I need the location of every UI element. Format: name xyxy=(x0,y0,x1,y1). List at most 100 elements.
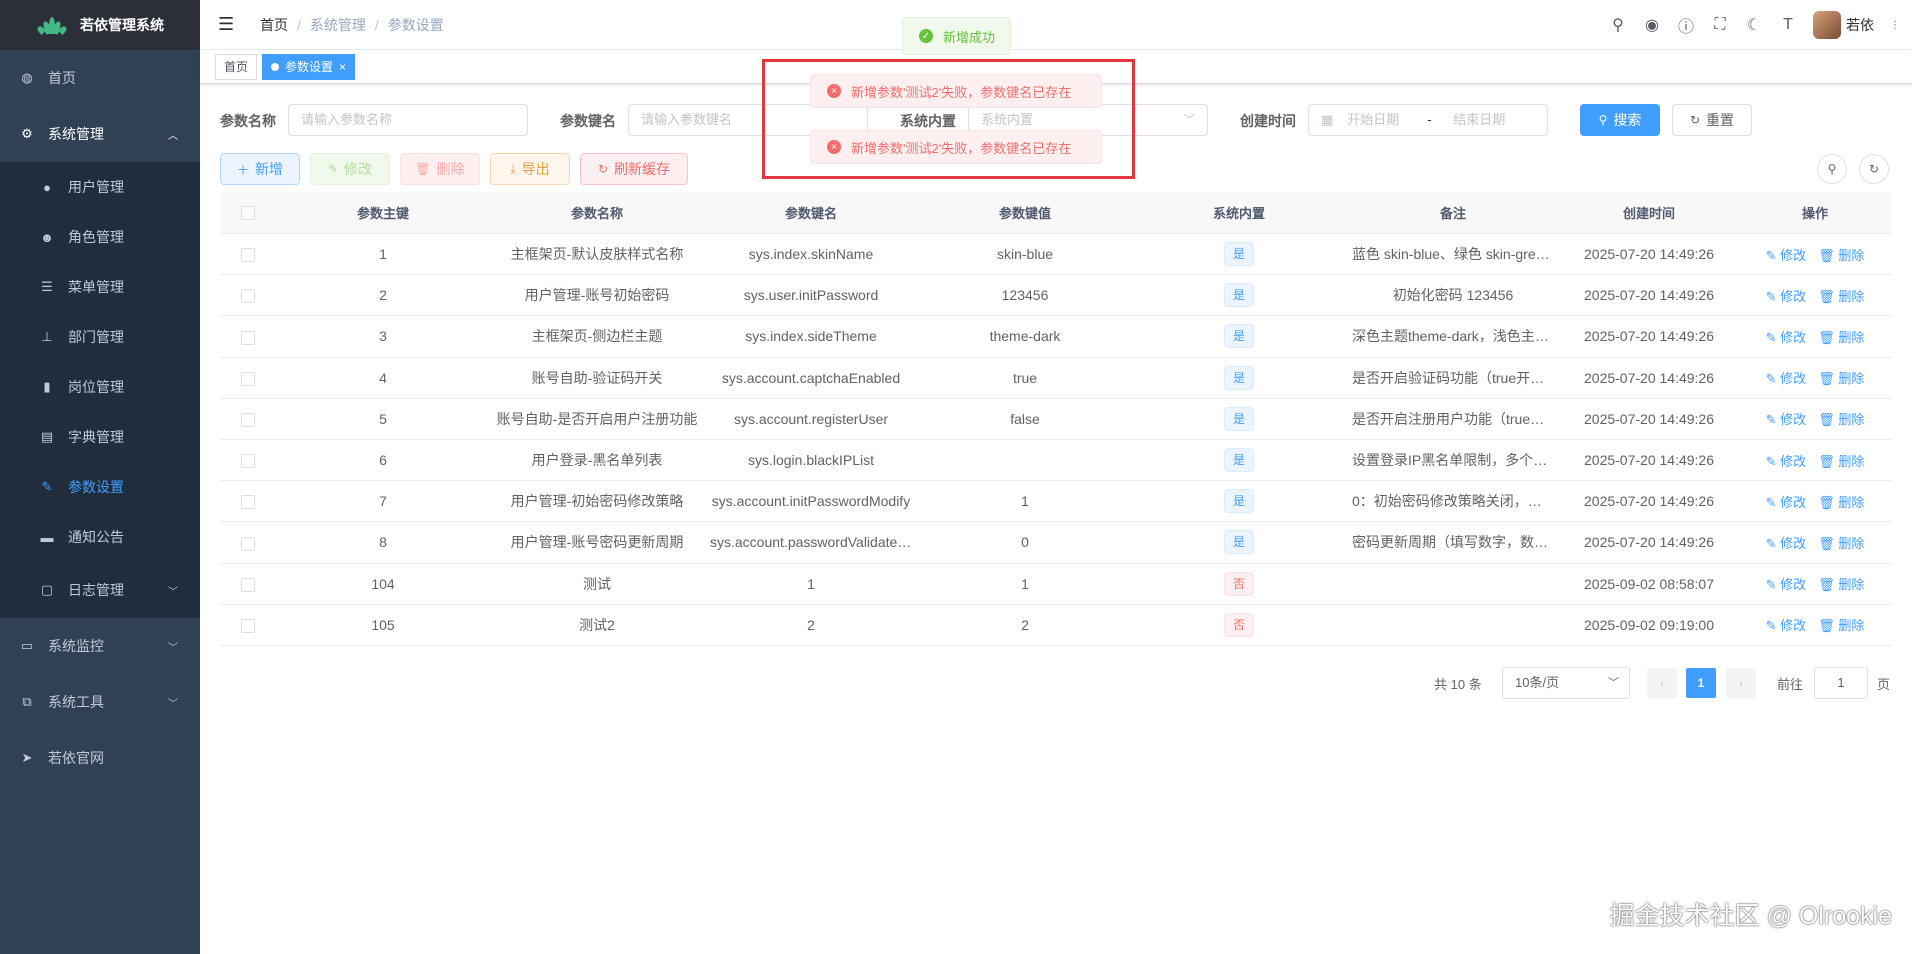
sidebar-item-notice[interactable]: ▬ 通知公告 xyxy=(0,512,200,562)
goto-page-input[interactable]: 1 xyxy=(1814,667,1868,699)
plus-icon: ＋ xyxy=(236,162,249,177)
row-edit-button[interactable]: ✎ 修改 xyxy=(1766,577,1807,592)
sidebar-item-roles[interactable]: ☻ 角色管理 xyxy=(0,212,200,262)
sidebar-item-label: 部门管理 xyxy=(68,329,124,345)
next-page-button[interactable]: › xyxy=(1726,668,1756,698)
reset-button[interactable]: ↻ 重置 xyxy=(1672,104,1752,136)
edit-icon: ✎ xyxy=(327,162,339,176)
row-checkbox[interactable] xyxy=(241,289,255,304)
toggle-search-button[interactable]: ⚲ xyxy=(1817,154,1847,184)
sidebar-item-menus[interactable]: ☰ 菜单管理 xyxy=(0,262,200,312)
config-name-input[interactable]: 请输入参数名称 xyxy=(288,104,528,136)
breadcrumb-home[interactable]: 首页 xyxy=(260,15,288,35)
row-actions: ✎ 修改 🗑 删除 xyxy=(1738,409,1892,428)
sidebar-item-dict[interactable]: ▤ 字典管理 xyxy=(0,412,200,462)
table-row[interactable]: 4 账号自助-验证码开关 sys.account.captchaEnabled tru… xyxy=(220,358,1892,399)
export-button[interactable]: ⤓ 导出 xyxy=(490,153,570,185)
row-edit-button[interactable]: ✎ 修改 xyxy=(1766,289,1807,304)
app-logo[interactable]: 若依管理系统 xyxy=(0,0,200,50)
row-checkbox[interactable] xyxy=(241,577,255,592)
row-checkbox[interactable] xyxy=(241,495,255,510)
page-size-select[interactable]: 10条/页 ﹀ xyxy=(1502,667,1630,699)
row-edit-button[interactable]: ✎ 修改 xyxy=(1766,495,1807,510)
table-row[interactable]: 5 账号自助-是否开启用户注册功能 sys.account.registerUser… xyxy=(220,399,1892,440)
row-edit-button[interactable]: ✎ 修改 xyxy=(1766,330,1807,345)
font-size-icon[interactable]: T xyxy=(1771,16,1805,34)
sidebar-item-monitor[interactable]: ▭ 系统监控 ﹀ xyxy=(0,618,200,674)
prev-page-button[interactable]: ‹ xyxy=(1647,668,1677,698)
row-checkbox[interactable] xyxy=(241,248,255,263)
row-delete-button[interactable]: 🗑 删除 xyxy=(1818,330,1864,345)
sidebar-item-system[interactable]: ⚙ 系统管理 ︿ xyxy=(0,106,200,162)
table-row[interactable]: 7 用户管理-初始密码修改策略 sys.account.initPasswordMo… xyxy=(220,481,1892,523)
row-delete-button[interactable]: 🗑 删除 xyxy=(1818,577,1864,592)
add-button[interactable]: ＋ 新增 xyxy=(220,153,300,185)
select-all-checkbox[interactable] xyxy=(241,206,255,221)
sidebar-item-tool[interactable]: ⧉ 系统工具 ﹀ xyxy=(0,674,200,730)
table-row[interactable]: 8 用户管理-账号密码更新周期 sys.account.passwordValida… xyxy=(220,522,1892,564)
close-icon[interactable]: × xyxy=(339,60,346,74)
tag-home[interactable]: 首页 xyxy=(215,54,258,80)
more-vertical-icon[interactable]: ⋮ xyxy=(1890,20,1900,31)
search-icon[interactable]: ⚲ xyxy=(1601,15,1635,35)
sidebar-item-label: 角色管理 xyxy=(68,229,124,245)
table-row[interactable]: 6 用户登录-黑名单列表 sys.login.blackIPList 是 设置登录IP黑… xyxy=(220,440,1892,482)
page-number[interactable]: 1 xyxy=(1686,668,1716,698)
sidebar-item-depts[interactable]: ⊥ 部门管理 xyxy=(0,312,200,362)
config-remark: 0：初始密码修改策略关闭，没有任何提示 xyxy=(1352,493,1560,510)
sidebar-item-home[interactable]: ◍ 首页 xyxy=(0,50,200,106)
avatar[interactable] xyxy=(1813,11,1841,39)
tag-config[interactable]: 参数设置 × xyxy=(262,54,356,80)
create-time-label: 创建时间 xyxy=(1240,113,1296,129)
table-row[interactable]: 105 测试2 2 2 否 2025-09-02 09:19:00 ✎ 修改 🗑 删除 xyxy=(220,605,1892,646)
row-delete-button[interactable]: 🗑 删除 xyxy=(1818,371,1864,386)
edit-button[interactable]: ✎ 修改 xyxy=(310,153,390,185)
table-row[interactable]: 104 测试 1 1 否 2025-09-02 08:58:07 ✎ 修改 🗑 删除 xyxy=(220,564,1892,605)
sidebar-item-config[interactable]: ✎ 参数设置 xyxy=(0,462,200,512)
sidebar-item-log[interactable]: ▢ 日志管理 ﹀ xyxy=(0,562,200,618)
row-delete-button[interactable]: 🗑 删除 xyxy=(1818,536,1864,551)
row-delete-button[interactable]: 🗑 删除 xyxy=(1818,412,1864,427)
end-date-input[interactable]: 结束日期 xyxy=(1453,105,1505,135)
delete-button[interactable]: 🗑 删除 xyxy=(400,153,480,185)
calendar-icon: ▦ xyxy=(1321,112,1334,127)
config-name: 账号自助-是否开启用户注册功能 xyxy=(496,410,698,427)
row-checkbox[interactable] xyxy=(241,618,255,633)
row-checkbox[interactable] xyxy=(241,454,255,469)
row-edit-button[interactable]: ✎ 修改 xyxy=(1766,618,1807,633)
table-row[interactable]: 1 主框架页-默认皮肤样式名称 sys.index.skinName skin-blu… xyxy=(220,234,1892,276)
row-edit-button[interactable]: ✎ 修改 xyxy=(1766,412,1807,427)
refresh-cache-button[interactable]: ↻ 刷新缓存 xyxy=(580,153,688,185)
row-delete-button[interactable]: 🗑 删除 xyxy=(1818,289,1864,304)
hamburger-icon[interactable]: ☰ xyxy=(218,14,238,35)
row-edit-button[interactable]: ✎ 修改 xyxy=(1766,536,1807,551)
sidebar-item-users[interactable]: ● 用户管理 xyxy=(0,162,200,212)
row-delete-button[interactable]: 🗑 删除 xyxy=(1818,495,1864,510)
refresh-table-button[interactable]: ↻ xyxy=(1859,154,1889,184)
row-checkbox[interactable] xyxy=(241,330,255,345)
edit-icon: ✎ xyxy=(1765,329,1781,345)
row-edit-button[interactable]: ✎ 修改 xyxy=(1766,248,1807,263)
sidebar-item-website[interactable]: ➤ 若依官网 xyxy=(0,730,200,786)
row-checkbox[interactable] xyxy=(241,371,255,386)
table-row[interactable]: 2 用户管理-账号初始密码 sys.user.initPassword 123456 是… xyxy=(220,275,1892,317)
table-row[interactable]: 3 主框架页-侧边栏主题 sys.index.sideTheme theme-dark… xyxy=(220,316,1892,358)
row-edit-button[interactable]: ✎ 修改 xyxy=(1766,454,1807,469)
github-icon[interactable]: ◉ xyxy=(1635,15,1669,35)
row-delete-button[interactable]: 🗑 删除 xyxy=(1818,248,1864,263)
row-checkbox[interactable] xyxy=(241,536,255,551)
sidebar-item-posts[interactable]: ▮ 岗位管理 xyxy=(0,362,200,412)
username[interactable]: 若依 xyxy=(1846,15,1874,35)
row-edit-button[interactable]: ✎ 修改 xyxy=(1766,371,1807,386)
start-date-input[interactable]: 开始日期 xyxy=(1347,105,1427,135)
moon-icon[interactable]: ☾ xyxy=(1737,15,1771,35)
row-delete-button[interactable]: 🗑 删除 xyxy=(1818,454,1864,469)
question-icon[interactable]: ⓘ xyxy=(1669,13,1703,37)
row-checkbox-cell xyxy=(220,575,276,592)
row-delete-button[interactable]: 🗑 删除 xyxy=(1818,618,1864,633)
fullscreen-icon[interactable]: ⛶ xyxy=(1703,16,1737,34)
row-checkbox[interactable] xyxy=(241,412,255,427)
goto-label: 前往 xyxy=(1777,676,1804,692)
search-button[interactable]: ⚲ 搜索 xyxy=(1580,104,1660,136)
date-range-picker[interactable]: ▦ 开始日期 - 结束日期 xyxy=(1308,104,1548,136)
